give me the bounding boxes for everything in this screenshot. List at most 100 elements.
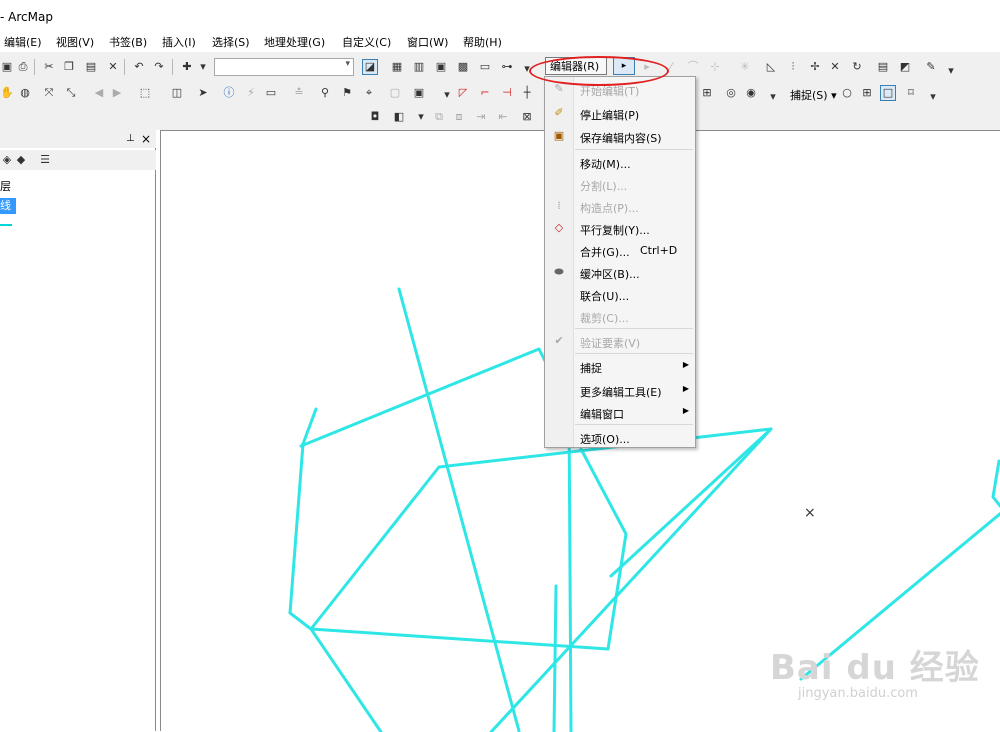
toolbar-options-icon[interactable]: ▾ <box>440 88 454 102</box>
menu-item-snapping[interactable]: 捕捉 ▶ <box>545 356 695 376</box>
close-icon[interactable]: × <box>141 132 151 146</box>
chevron-down-icon[interactable]: ▾ <box>196 60 210 74</box>
find-route-icon[interactable]: ⚑ <box>340 86 354 100</box>
python-window-icon[interactable]: ▭ <box>478 60 492 74</box>
menu-insert[interactable]: 插入(I) <box>162 34 196 50</box>
measure-icon[interactable]: ≛ <box>292 86 306 100</box>
menu-item-more-editing-tools[interactable]: 更多编辑工具(E) ▶ <box>545 380 695 400</box>
catalog-icon[interactable]: ▥ <box>412 60 426 74</box>
html-popup-icon[interactable]: ▭ <box>264 86 278 100</box>
scale-dropdown[interactable]: ▾ <box>214 58 354 76</box>
fillet-icon: ⧈ <box>455 110 463 123</box>
menu-item-copy-parallel[interactable]: ◇ 平行复制(Y)... <box>545 218 695 238</box>
menu-edit[interactable]: 编辑(E) <box>4 34 42 50</box>
select-features-icon[interactable]: ⬚ <box>138 86 152 100</box>
list-by-source-icon[interactable]: ◈ <box>0 153 14 167</box>
menu-item-union[interactable]: 联合(U)... <box>545 284 695 304</box>
copy-icon[interactable]: ❐ <box>62 60 76 74</box>
smooth-icon[interactable]: ◉ <box>744 86 758 100</box>
forward-extent-icon[interactable]: ▶ <box>110 86 124 100</box>
end-snapping-icon[interactable]: ⊞ <box>860 86 874 100</box>
undo-icon[interactable]: ↶ <box>132 60 146 74</box>
attributes-icon[interactable]: ▤ <box>876 60 890 74</box>
split-tool-icon[interactable]: ✕ <box>828 60 842 74</box>
print-icon[interactable]: ⎙ <box>16 60 30 74</box>
create-features-icon[interactable]: ✎ <box>924 60 938 74</box>
edit-vertices-icon[interactable]: ◺ <box>764 60 778 74</box>
georeferencing-layer-icon[interactable]: ◘ <box>368 110 382 124</box>
menu-windows[interactable]: 窗口(W) <box>407 34 448 50</box>
menu-item-label: 裁剪(C)... <box>580 312 629 325</box>
line-intersection-icon[interactable]: ⊠ <box>520 110 534 124</box>
menu-item-options[interactable]: 选项(O)... <box>545 427 695 447</box>
paste-icon[interactable]: ▤ <box>84 60 98 74</box>
toolbar-options-icon[interactable]: ▾ <box>944 64 958 78</box>
topology-icon[interactable]: ⊞ <box>700 86 714 100</box>
editor-toolbar-icon[interactable]: ◪ <box>362 59 378 75</box>
add-vertex-icon[interactable]: ⌐ <box>478 86 492 100</box>
point-snapping-icon[interactable]: ○ <box>840 86 854 100</box>
identify-icon[interactable]: ⓘ <box>222 86 236 100</box>
edit-vertices-icon[interactable]: ◸ <box>456 86 470 100</box>
menu-bookmarks[interactable]: 书签(B) <box>109 34 147 50</box>
submenu-arrow-icon: ▶ <box>682 406 689 415</box>
add-data-icon[interactable]: ✚ <box>180 60 194 74</box>
menu-selection[interactable]: 选择(S) <box>212 34 250 50</box>
snapping-menu[interactable]: 捕捉(S) ▾ <box>790 87 837 103</box>
table-of-contents-icon[interactable]: ▦ <box>390 60 404 74</box>
menu-item-buffer[interactable]: ⬬ 缓冲区(B)... <box>545 262 695 282</box>
toc-header: ⊥ × <box>0 130 156 148</box>
menu-item-save-edits[interactable]: ▣ 保存编辑内容(S) <box>545 126 695 146</box>
editor-dropdown-menu: ✎ 开始编辑(T) ✐ 停止编辑(P) ▣ 保存编辑内容(S) 移动(M)...… <box>544 76 696 448</box>
menu-item-stop-editing[interactable]: ✐ 停止编辑(P) <box>545 103 695 123</box>
menu-item-merge[interactable]: 合并(G)... Ctrl+D <box>545 240 695 260</box>
full-extent-icon[interactable]: ◍ <box>18 86 32 100</box>
cut-polygons-icon[interactable]: ✢ <box>808 60 822 74</box>
menu-geoprocessing[interactable]: 地理处理(G) <box>264 34 325 50</box>
advanced-editing-icon[interactable]: ◧ <box>392 110 406 124</box>
rotate-tool-icon[interactable]: ↻ <box>850 60 864 74</box>
menu-help[interactable]: 帮助(H) <box>463 34 502 50</box>
back-extent-icon[interactable]: ◀ <box>92 86 106 100</box>
layer-name-selected[interactable]: 线 <box>0 198 16 214</box>
cut-icon[interactable]: ✂ <box>42 60 56 74</box>
chevron-down-icon[interactable]: ▾ <box>414 110 428 124</box>
redo-icon[interactable]: ↷ <box>152 60 166 74</box>
search-window-icon[interactable]: ▣ <box>434 60 448 74</box>
options-icon[interactable]: ☰ <box>38 153 52 167</box>
menu-customize[interactable]: 自定义(C) <box>342 34 391 50</box>
reshape-feature-icon[interactable]: ⫶ <box>786 60 800 74</box>
edge-snapping-icon[interactable]: ⌑ <box>904 86 918 100</box>
generalize-icon[interactable]: ◎ <box>724 86 738 100</box>
menu-separator <box>575 353 693 354</box>
delete-icon[interactable]: ✕ <box>106 60 120 74</box>
toolbar-options-icon[interactable]: ▾ <box>926 90 940 104</box>
toolbar-options-icon[interactable]: ▾ <box>766 90 780 104</box>
fixed-zoom-in-icon[interactable]: ⤧ <box>42 86 56 100</box>
model-builder-icon[interactable]: ⊶ <box>500 60 514 74</box>
vertex-snapping-icon[interactable]: □ <box>880 85 896 101</box>
go-to-xy-icon[interactable]: ⌖ <box>362 86 376 100</box>
hyperlink-icon[interactable]: ⚡ <box>244 86 258 100</box>
pin-icon[interactable]: ⊥ <box>126 133 135 144</box>
sketch-properties-icon[interactable]: ◩ <box>898 60 912 74</box>
menu-separator <box>575 328 693 329</box>
clear-selection-icon[interactable]: ◫ <box>170 86 184 100</box>
menu-item-label: 构造点(P)... <box>580 202 639 215</box>
menu-item-editing-windows[interactable]: 编辑窗口 ▶ <box>545 402 695 422</box>
pan-icon[interactable]: ✋ <box>0 86 14 100</box>
list-by-visibility-icon[interactable]: ◆ <box>14 153 28 167</box>
point-icon: ✳ <box>740 60 750 73</box>
create-viewer-window-icon[interactable]: ▣ <box>412 86 426 100</box>
select-elements-icon[interactable]: ➤ <box>196 86 210 100</box>
find-icon[interactable]: ⚲ <box>318 86 332 100</box>
time-slider-icon[interactable]: ▢ <box>388 86 402 100</box>
continue-feature-icon[interactable]: ┼ <box>520 86 534 100</box>
arctoolbox-icon[interactable]: ▩ <box>456 60 470 74</box>
submenu-arrow-icon: ▶ <box>682 384 689 393</box>
menu-view[interactable]: 视图(V) <box>56 34 94 50</box>
menu-item-move[interactable]: 移动(M)... <box>545 152 695 172</box>
delete-vertex-icon[interactable]: ⊣ <box>500 86 514 100</box>
fixed-zoom-out-icon[interactable]: ⤡ <box>64 86 78 100</box>
save-icon[interactable]: ▣ <box>0 60 14 74</box>
